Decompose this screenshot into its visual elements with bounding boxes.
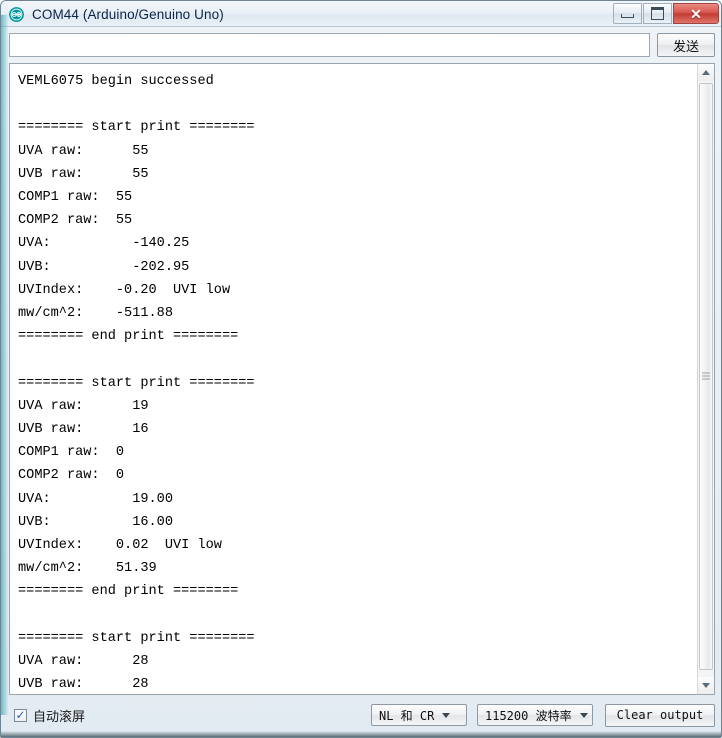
- window-controls: ✕: [612, 3, 719, 24]
- minimize-icon: [621, 14, 634, 18]
- serial-monitor-window: COM44 (Arduino/Genuino Uno) ✕ 发送 VEML607…: [0, 0, 722, 738]
- send-row: 发送: [9, 33, 715, 57]
- autoscroll-label: 自动滚屏: [33, 709, 86, 725]
- chevron-down-icon: [702, 683, 710, 688]
- line-ending-value: NL 和 CR: [379, 708, 435, 723]
- serial-output-area[interactable]: VEML6075 begin successed ======== start …: [9, 63, 715, 695]
- scrollbar-grip-icon: [702, 372, 710, 381]
- scrollbar-thumb[interactable]: [699, 83, 713, 670]
- window-edge-glow: [1, 15, 8, 715]
- check-icon: ✓: [15, 707, 26, 722]
- status-bar-right: NL 和 CR 115200 波特率 Clear output: [361, 703, 715, 727]
- scroll-up-button[interactable]: [698, 64, 714, 81]
- output-scrollbar[interactable]: [697, 64, 714, 694]
- clear-output-button[interactable]: Clear output: [605, 703, 715, 727]
- send-input[interactable]: [9, 33, 650, 57]
- minimize-button[interactable]: [613, 3, 642, 24]
- serial-output-text: VEML6075 begin successed ======== start …: [18, 74, 255, 693]
- titlebar-divider: [1, 26, 721, 27]
- scroll-down-button[interactable]: [698, 677, 714, 694]
- maximize-button[interactable]: [643, 3, 672, 24]
- maximize-icon: [651, 7, 664, 20]
- window-bottom-shadow: [1, 731, 721, 737]
- send-button[interactable]: 发送: [657, 33, 715, 57]
- close-button[interactable]: ✕: [673, 3, 719, 24]
- status-bar: ✓ 自动滚屏 NL 和 CR 115200 波特率 Clear output: [9, 701, 715, 729]
- autoscroll-checkbox[interactable]: ✓ 自动滚屏: [14, 706, 85, 725]
- title-bar[interactable]: COM44 (Arduino/Genuino Uno) ✕: [1, 1, 721, 27]
- chevron-down-icon: [579, 712, 588, 718]
- close-icon: ✕: [690, 5, 702, 22]
- arduino-infinity-icon: [9, 6, 24, 22]
- baud-rate-select[interactable]: 115200 波特率: [477, 704, 593, 726]
- chevron-up-icon: [702, 70, 710, 75]
- checkbox-box[interactable]: ✓: [14, 707, 27, 722]
- baud-rate-value: 115200 波特率: [485, 708, 572, 723]
- chevron-down-icon: [442, 712, 451, 718]
- window-title: COM44 (Arduino/Genuino Uno): [32, 6, 224, 22]
- line-ending-select[interactable]: NL 和 CR: [371, 704, 467, 726]
